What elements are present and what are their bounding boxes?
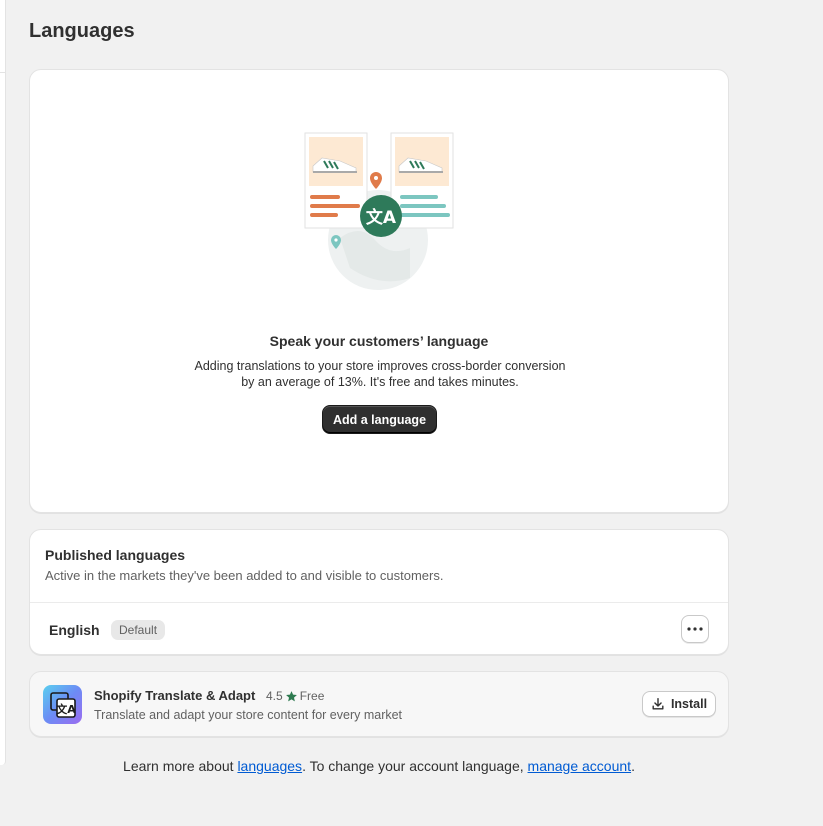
empty-state-description-line-2: by an average of 13%. It's free and take…	[241, 375, 519, 389]
app-description: Translate and adapt your store content f…	[94, 708, 403, 722]
translate-adapt-app-icon: 文A	[43, 685, 82, 724]
app-rating-value: 4.5	[266, 689, 283, 703]
install-button-label: Install	[670, 697, 708, 711]
empty-state-description-line-1: Adding translations to your store improv…	[194, 359, 566, 373]
footer-prefix: Learn more about	[123, 758, 238, 774]
svg-text:文A: 文A	[366, 207, 397, 228]
page-title: Languages	[29, 20, 135, 42]
star-icon	[285, 690, 297, 701]
translate-icon: 文A	[49, 691, 76, 718]
install-app-button[interactable]: Install	[642, 691, 716, 717]
more-actions-button[interactable]	[681, 615, 709, 643]
languages-illustration: 文A	[304, 132, 454, 290]
add-language-button[interactable]: Add a language	[322, 405, 437, 434]
app-price: Free	[299, 689, 325, 703]
side-panel-divider	[0, 0, 6, 73]
empty-state-description: Adding translations to your store improv…	[170, 358, 590, 390]
download-icon	[652, 698, 664, 710]
ellipsis-icon	[687, 627, 703, 631]
empty-state-heading: Speak your customers’ language	[269, 333, 489, 349]
published-languages-description: Active in the markets they've been added…	[45, 568, 444, 583]
empty-state-card: 文A Speak your customers’ language Adding…	[29, 69, 729, 513]
published-languages-card: Published languages Active in the market…	[29, 529, 729, 655]
divider	[30, 602, 728, 603]
footer-suffix: .	[631, 758, 635, 774]
app-rating: 4.5 Free	[266, 689, 324, 703]
footer-middle: . To change your account language,	[302, 758, 528, 774]
published-languages-heading: Published languages	[45, 547, 186, 563]
manage-account-link[interactable]: manage account	[528, 758, 632, 774]
languages-help-link[interactable]: languages	[237, 758, 302, 774]
app-recommendation-card: 文A Shopify Translate & Adapt 4.5 Free Tr…	[29, 671, 729, 737]
footer-help-text: Learn more about languages. To change yo…	[29, 758, 729, 774]
default-badge: Default	[111, 620, 166, 640]
svg-text:文A: 文A	[56, 702, 76, 716]
app-name: Shopify Translate & Adapt	[94, 688, 256, 703]
side-panel-edge	[0, 0, 6, 765]
language-name-english: English	[49, 622, 100, 638]
